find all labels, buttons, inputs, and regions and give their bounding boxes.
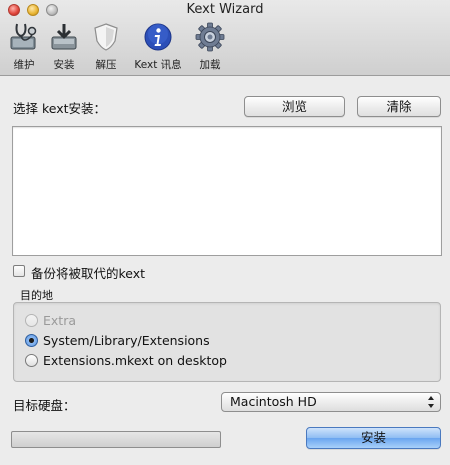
target-disk-label: 目标硬盘： [13, 398, 76, 413]
install-disk-icon [51, 24, 77, 50]
destination-radio-extra-label[interactable]: Extra [43, 313, 76, 328]
toolbar-label: 加载 [199, 59, 221, 71]
kext-list-area[interactable] [12, 126, 442, 256]
gear-icon [195, 22, 225, 52]
destination-radio-mkext[interactable] [25, 354, 38, 367]
toolbar-kext-info-button[interactable]: Kext 讯息 [130, 22, 186, 72]
target-disk-value: Macintosh HD [230, 394, 317, 409]
select-kext-label: 选择 kext安装： [13, 101, 107, 116]
updown-arrows-icon [428, 396, 434, 408]
window-title: Kext Wizard [186, 2, 264, 17]
clear-button[interactable]: 清除 [357, 96, 441, 117]
toolbar-label: Kext 讯息 [134, 59, 182, 71]
info-icon [144, 23, 172, 51]
toolbar-extract-button[interactable]: 解压 [78, 22, 134, 72]
browse-button[interactable]: 浏览 [244, 96, 345, 117]
toolbar-load-button[interactable]: 加载 [182, 22, 238, 72]
target-disk-select[interactable]: Macintosh HD [221, 392, 441, 412]
destination-radio-extra[interactable] [25, 314, 38, 327]
destination-group-label: 目的地 [20, 289, 53, 302]
install-button[interactable]: 安装 [306, 427, 441, 449]
toolbar-label: 解压 [95, 59, 117, 71]
install-progress-bar [11, 431, 221, 448]
backup-checkbox-label[interactable]: 备份将被取代的kext [31, 263, 145, 282]
backup-checkbox[interactable] [13, 265, 25, 277]
destination-radio-mkext-label[interactable]: Extensions.mkext on desktop [43, 353, 227, 368]
stethoscope-icon [10, 23, 37, 50]
kext-wizard-window: Kext Wizard 维护 安装 解压 Kext 讯息 加载 选择 kext安… [0, 0, 450, 465]
destination-radio-sle[interactable] [25, 334, 38, 347]
toolbar: Kext Wizard 维护 安装 解压 Kext 讯息 加载 [0, 0, 450, 76]
shield-icon [94, 23, 118, 51]
destination-radio-sle-label[interactable]: System/Library/Extensions [43, 333, 210, 348]
